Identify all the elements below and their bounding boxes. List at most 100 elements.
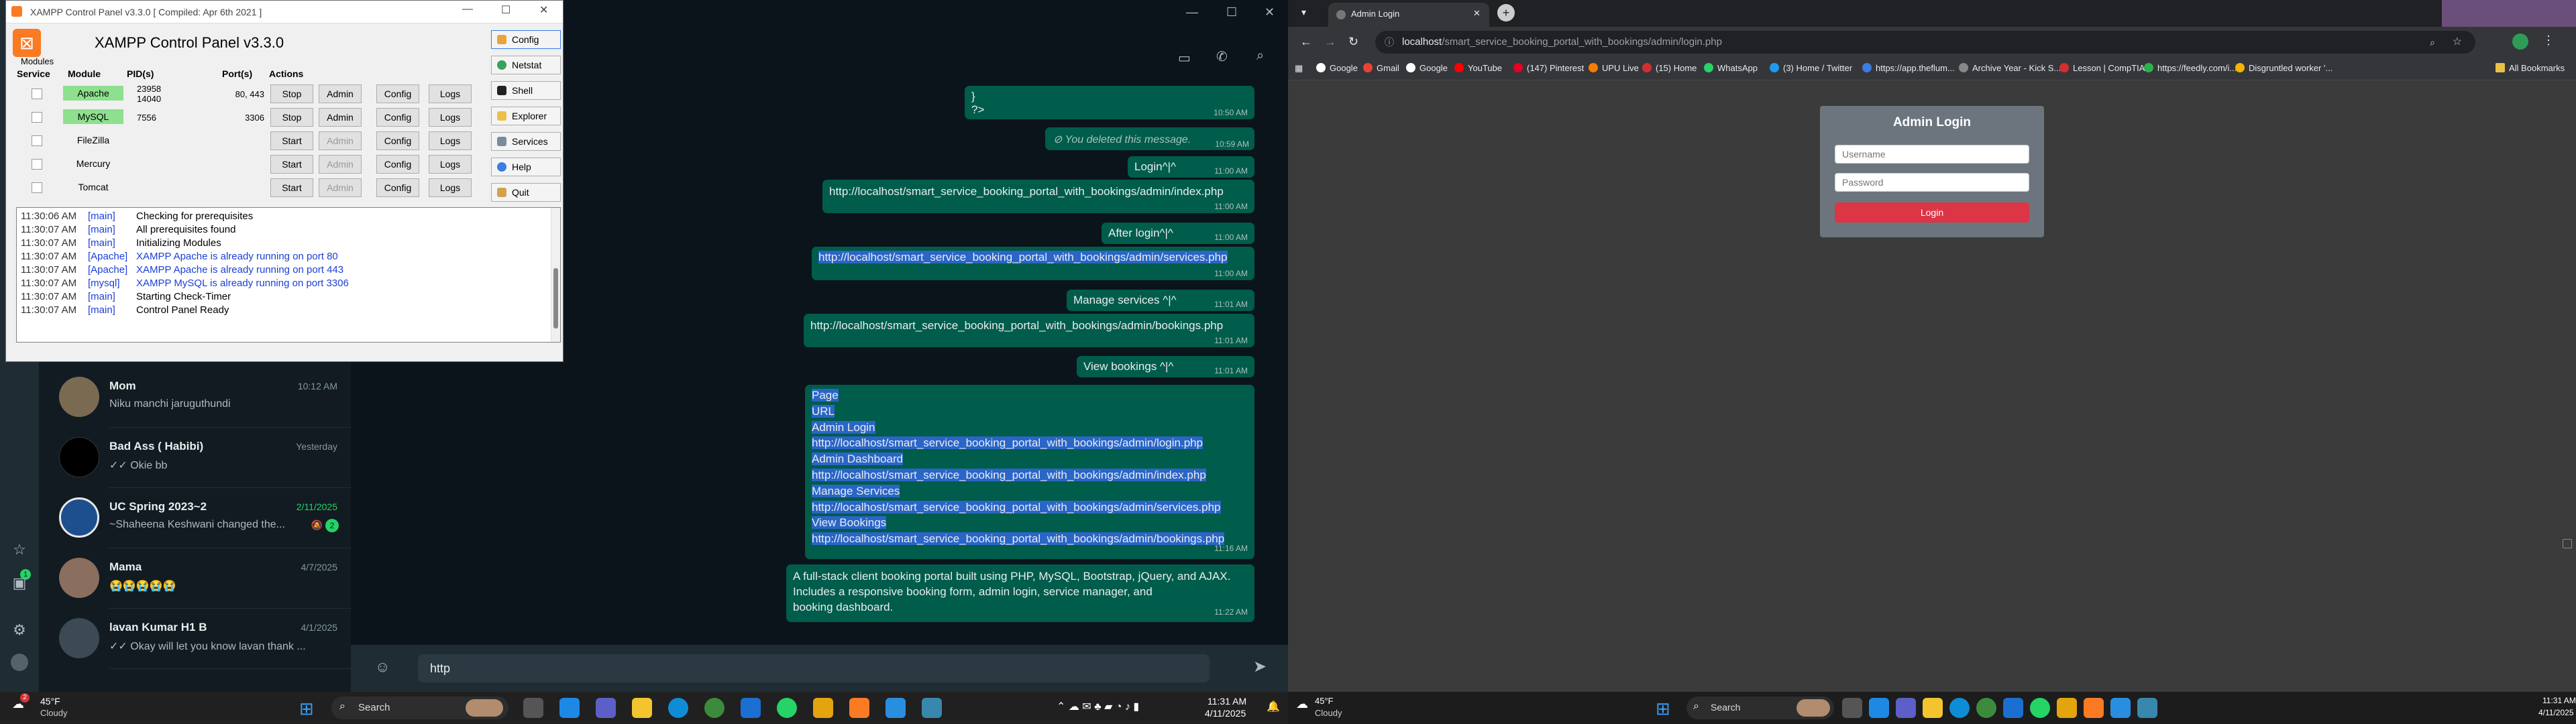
message-bubble[interactable]: A full-stack client booking portal built… [786, 564, 1254, 622]
close-icon[interactable]: ✕ [1265, 5, 1275, 19]
teams-icon[interactable] [1896, 698, 1916, 718]
archived-icon[interactable]: ▣ 1 [9, 569, 31, 593]
log-panel[interactable]: 11:30:06 AM [main] Checking for prerequisi… [16, 207, 561, 343]
reload-icon[interactable]: ↻ [1348, 35, 1358, 49]
config-button[interactable]: Config [376, 178, 419, 197]
maximize-icon[interactable]: ☐ [501, 3, 511, 17]
file-explorer-icon[interactable] [632, 698, 652, 718]
config-button[interactable]: Config [376, 155, 419, 174]
quit-button[interactable]: Quit [491, 183, 561, 202]
stop-button[interactable]: Stop [270, 108, 313, 127]
notification-icon[interactable]: 🔔 [1267, 700, 1280, 713]
bookmark-youtube[interactable]: YouTube [1454, 63, 1502, 73]
settings-icon[interactable]: ⚙ [9, 620, 30, 640]
starred-icon[interactable]: ☆ [9, 540, 30, 560]
service-checkbox[interactable] [32, 88, 42, 99]
service-checkbox[interactable] [32, 182, 42, 193]
chat-item-mama[interactable]: Mama 😭😭😭😭😭 4/7/2025 [39, 548, 351, 609]
edge-icon[interactable] [668, 698, 688, 718]
username-input[interactable] [1835, 145, 2029, 164]
chat-item-uc-spring[interactable]: UC Spring 2023~2 ~Shaheena Keshwani chan… [39, 488, 351, 548]
bookmark-archive[interactable]: Archive Year - Kick S... [1959, 63, 2061, 73]
tab-search-icon[interactable]: ▾ [1301, 7, 1306, 18]
config-button[interactable]: Config [376, 108, 419, 127]
new-tab-icon[interactable]: + [1497, 4, 1515, 21]
xampp-icon[interactable] [2084, 698, 2104, 718]
whatsapp-icon[interactable] [777, 698, 797, 718]
config-side-button[interactable]: Config [491, 30, 561, 49]
bookmark-google[interactable]: Google [1316, 63, 1358, 73]
message-bubble[interactable]: http://localhost/smart_service_booking_p… [804, 314, 1254, 347]
copilot-icon[interactable] [559, 698, 580, 718]
logs-button[interactable]: Logs [429, 155, 472, 174]
side-panel-icon[interactable] [2563, 539, 2572, 548]
bookmark-twitter[interactable]: (3) Home / Twitter [1770, 63, 1852, 73]
admin-button[interactable]: Admin [319, 84, 362, 103]
start-button[interactable]: Start [270, 155, 313, 174]
vscode-icon[interactable] [885, 698, 906, 718]
message-bubble[interactable]: Login^|^ 11:00 AM [1128, 156, 1254, 178]
notepad-icon[interactable] [2137, 698, 2157, 718]
menu-icon[interactable]: ⋮ [2542, 34, 2555, 48]
xampp-icon[interactable] [849, 698, 869, 718]
notepad-icon[interactable] [922, 698, 942, 718]
vscode-icon[interactable] [2110, 698, 2131, 718]
deleted-message[interactable]: ⊘ You deleted this message. 10:59 AM [1045, 127, 1254, 150]
shell-button[interactable]: Shell [491, 81, 561, 100]
video-call-icon[interactable]: ▭ [1178, 50, 1191, 66]
message-bubble[interactable]: http://localhost/smart_service_booking_p… [812, 247, 1254, 280]
admin-button[interactable]: Admin [319, 108, 362, 127]
outlook-icon[interactable] [2003, 698, 2023, 718]
start-icon[interactable]: ⊞ [299, 699, 319, 719]
chat-item-lavan[interactable]: lavan Kumar H1 B ✓✓ Okay will let you kn… [39, 609, 351, 669]
task-view-icon[interactable] [1842, 698, 1862, 718]
logs-button[interactable]: Logs [429, 84, 472, 103]
power-bi-icon[interactable] [813, 698, 833, 718]
maximize-icon[interactable]: ☐ [1226, 5, 1237, 19]
back-icon[interactable]: ← [1300, 35, 1312, 49]
forward-icon[interactable]: → [1324, 35, 1336, 49]
bookmark-google-2[interactable]: Google [1406, 63, 1448, 73]
edge-icon[interactable] [1949, 698, 1970, 718]
message-bubble[interactable]: http://localhost/smart_service_booking_p… [822, 180, 1254, 213]
logs-button[interactable]: Logs [429, 178, 472, 197]
bookmark-feedly[interactable]: https://feedly.com/i... [2144, 63, 2237, 73]
config-button[interactable]: Config [376, 131, 419, 150]
netstat-button[interactable]: Netstat [491, 56, 561, 74]
bookmark-gmail[interactable]: Gmail [1363, 63, 1399, 73]
minimize-icon[interactable]: — [1186, 5, 1198, 19]
tab-close-icon[interactable]: ✕ [1473, 8, 1481, 19]
task-view-icon[interactable] [523, 698, 543, 718]
message-bubble[interactable]: } ?> 10:50 AM [965, 86, 1254, 119]
bookmark-whatsapp[interactable]: WhatsApp [1704, 63, 1758, 73]
profile-avatar[interactable] [11, 654, 28, 671]
address-bar[interactable]: ⓘ localhost/smart_service_booking_portal… [1375, 31, 2475, 54]
explorer-button[interactable]: Explorer [491, 107, 561, 125]
taskbar-search[interactable]: ⌕ Search [331, 697, 508, 719]
bookmark-home[interactable]: (15) Home [1642, 63, 1697, 73]
voice-call-icon[interactable]: ✆ [1216, 48, 1228, 65]
message-bubble[interactable]: View bookings ^|^ 11:01 AM [1077, 356, 1254, 377]
bookmark-pinterest[interactable]: (147) Pinterest [1513, 63, 1584, 73]
start-button[interactable]: Start [270, 131, 313, 150]
bookmark-star-icon[interactable]: ☆ [2453, 31, 2462, 54]
tray-icons[interactable]: ⌃ ☁ ✉ ♣ ▰ ◔ ♪ ▮ [1057, 700, 1139, 713]
minimize-icon[interactable]: — [462, 3, 473, 15]
services-button[interactable]: Services [491, 132, 561, 151]
close-icon[interactable]: ✕ [539, 3, 548, 17]
bookmark-comptia[interactable]: Lesson | CompTIA [2059, 63, 2145, 73]
config-button[interactable]: Config [376, 84, 419, 103]
login-button[interactable]: Login [1835, 202, 2029, 223]
copilot-icon[interactable] [1869, 698, 1889, 718]
chrome-icon[interactable] [1976, 698, 1996, 718]
whatsapp-icon[interactable] [2030, 698, 2050, 718]
service-checkbox[interactable] [32, 112, 42, 123]
chrome-icon[interactable] [704, 698, 724, 718]
file-explorer-icon[interactable] [1923, 698, 1943, 718]
help-button[interactable]: Help [491, 158, 561, 176]
start-icon[interactable]: ⊞ [1656, 699, 1670, 719]
profile-avatar[interactable] [2512, 34, 2528, 50]
power-bi-icon[interactable] [2057, 698, 2077, 718]
message-bubble[interactable]: After login^|^ 11:00 AM [1102, 223, 1254, 244]
bookmark-disgruntled[interactable]: Disgruntled worker '... [2235, 63, 2332, 73]
